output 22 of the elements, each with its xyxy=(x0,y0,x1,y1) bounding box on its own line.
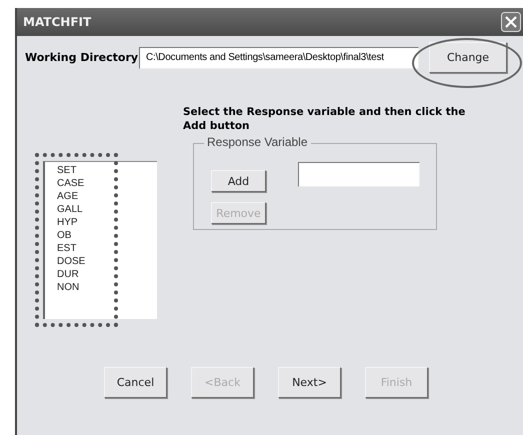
next-button[interactable]: Next> xyxy=(278,367,341,398)
list-item[interactable]: HYP xyxy=(57,216,157,229)
list-item[interactable]: CASE xyxy=(57,177,157,190)
close-icon[interactable] xyxy=(501,12,521,32)
change-button[interactable]: Change xyxy=(429,42,507,73)
list-item[interactable]: NON xyxy=(57,281,157,294)
list-item[interactable]: GALL xyxy=(57,203,157,216)
list-item[interactable]: OB xyxy=(57,229,157,242)
add-button[interactable]: Add xyxy=(211,170,266,192)
list-item[interactable]: AGE xyxy=(57,190,157,203)
group-title: Response Variable xyxy=(204,135,311,149)
instruction-text: Select the Response variable and then click the Add button xyxy=(183,105,466,133)
list-item[interactable]: SET xyxy=(57,164,157,177)
response-field[interactable] xyxy=(298,162,420,187)
cancel-button[interactable]: Cancel xyxy=(104,367,167,398)
variable-list[interactable]: SET CASE AGE GALL HYP OB EST DOSE DUR NON xyxy=(43,161,157,319)
directory-field[interactable]: C:\Documents and Settings\sameera\Desktop\final3\test xyxy=(139,46,419,68)
list-item[interactable]: EST xyxy=(57,242,157,255)
window-title: MATCHFIT xyxy=(23,15,92,29)
list-item[interactable]: DOSE xyxy=(57,255,157,268)
field-label: Working Directory xyxy=(25,51,139,64)
list-item[interactable]: DUR xyxy=(57,268,157,281)
